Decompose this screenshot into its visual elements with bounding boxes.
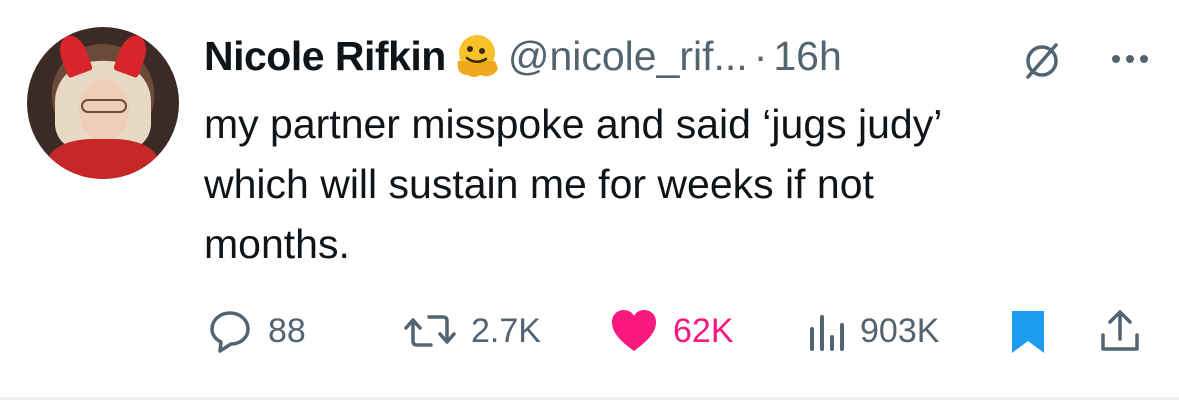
views-count: 903K [860,311,940,350]
tweet-line: months. [204,221,350,267]
retweet-button[interactable]: 2.7K [403,305,541,357]
avatar[interactable] [27,27,179,179]
views-icon [810,315,844,351]
tweet-actions: 88 2.7K 62K 903K [0,305,1179,357]
retweet-count: 2.7K [471,311,541,350]
reply-icon [210,311,250,353]
display-name[interactable]: Nicole Rifkin [204,33,446,80]
prohibited-icon[interactable] [1018,37,1066,85]
reply-button[interactable]: 88 [206,305,306,357]
bookmark-button[interactable] [1008,305,1048,357]
devil-horn-right [112,31,152,79]
tweet-line: my partner misspoke and said ‘jugs judy’ [204,101,943,147]
like-button[interactable]: 62K [609,305,734,357]
tweet-text: my partner misspoke and said ‘jugs judy’… [204,94,1104,274]
avatar-glasses [81,99,127,113]
retweet-icon [404,315,456,347]
user-handle[interactable]: @nicole_rif... [508,33,748,80]
bookmark-icon [1012,311,1044,353]
timestamp[interactable]: 16h [773,33,841,80]
share-button[interactable] [1098,305,1142,357]
tweet-line: which will sustain me for weeks if not [204,161,874,207]
tweet-header: Nicole Rifkin @nicole_rif... · 16h [204,28,842,84]
separator-dot: · [753,32,768,79]
melting-face-emoji-icon [457,35,498,77]
views-button[interactable]: 903K [806,305,939,357]
reply-count: 88 [268,311,306,350]
like-count: 62K [673,311,734,350]
avatar-shirt [47,139,159,179]
heart-icon [612,310,656,351]
share-icon [1101,310,1139,351]
devil-horn-left [54,31,94,79]
more-icon[interactable] [1110,52,1150,66]
